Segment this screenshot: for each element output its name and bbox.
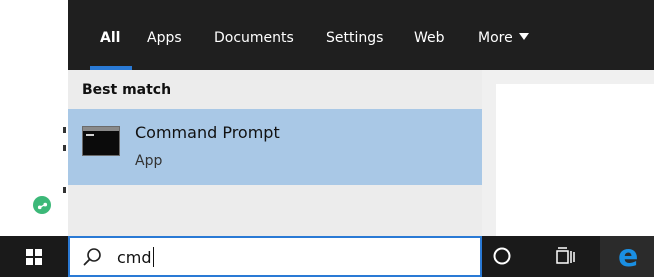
caret-down-icon [518, 33, 529, 40]
background-text-fragment [63, 127, 66, 133]
background-window [0, 0, 68, 236]
tab-more[interactable]: More [478, 28, 529, 48]
result-type: App [135, 153, 163, 169]
best-match-result[interactable]: Command Prompt App [68, 109, 482, 185]
background-text-fragment [63, 187, 66, 193]
search-panel: All Apps Documents Settings Web More Bes… [68, 0, 654, 236]
windows-logo-icon [26, 248, 42, 265]
tab-documents[interactable]: Documents [214, 28, 294, 48]
result-title: Command Prompt [135, 123, 280, 142]
search-icon [83, 248, 101, 266]
background-app-badge-icon [33, 196, 51, 214]
taskbar-pinned-edge[interactable]: e [600, 236, 654, 277]
tab-web[interactable]: Web [414, 28, 445, 48]
tab-settings[interactable]: Settings [326, 28, 383, 48]
background-text-fragment [63, 145, 66, 151]
command-prompt-icon [82, 126, 120, 156]
start-button[interactable] [0, 236, 68, 277]
edge-icon: e [618, 239, 639, 274]
tab-all[interactable]: All [100, 28, 120, 48]
task-view-icon[interactable] [555, 247, 577, 265]
preview-pane [496, 84, 654, 236]
best-match-heading: Best match [82, 82, 172, 98]
taskbar: cmd e [0, 236, 654, 277]
cortana-circle-icon[interactable] [492, 246, 512, 266]
tab-apps[interactable]: Apps [147, 28, 182, 48]
search-filter-tabs: All Apps Documents Settings Web More [68, 0, 654, 70]
text-cursor [152, 247, 154, 267]
tab-more-label: More [478, 30, 513, 46]
search-input[interactable]: cmd [68, 236, 482, 277]
search-query: cmd [117, 247, 154, 267]
